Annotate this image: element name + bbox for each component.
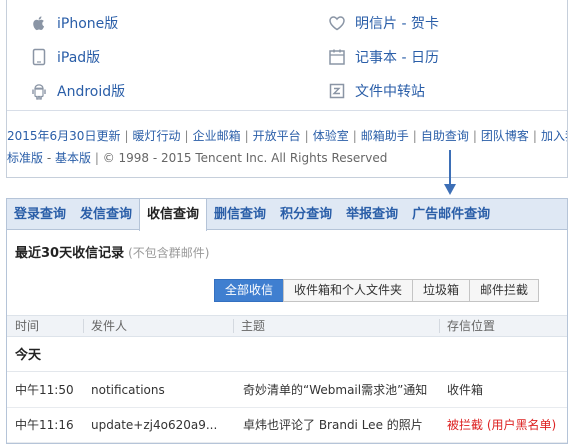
version-standard-link[interactable]: 标准版	[7, 151, 43, 165]
link-android[interactable]: Android版	[29, 80, 125, 102]
footer-link-lab[interactable]: 体验室	[313, 129, 349, 143]
link-android-label: Android版	[57, 84, 126, 100]
link-postcard-label: 明信片 - 贺卡	[355, 16, 439, 32]
col-subject: 主题	[241, 319, 266, 333]
group-today: 今天	[7, 339, 567, 372]
footer-links: 2015年6月30日更新 | 暖灯行动 | 企业邮箱 | 开放平台 | 体验室 | 邮箱助手 | 自助查…	[7, 127, 567, 144]
file-transfer-icon	[327, 81, 347, 101]
filter-blocked[interactable]: 邮件拦截	[469, 279, 540, 302]
copyright-text: © 1998 - 2015 Tencent Inc. All Rights Re…	[102, 151, 388, 165]
link-ipad-label: iPad版	[57, 50, 101, 66]
table-row[interactable]: 中午11:16 update+zj4o620a9... 卓炜也评论了 Brand…	[7, 409, 567, 443]
query-tabs: 登录查询 发信查询 收信查询 删信查询 积分查询 举报查询 广告邮件查询	[7, 199, 567, 231]
row-location: 被拦截 (用户黑名单)	[447, 418, 557, 432]
link-notebook[interactable]: 记事本 - 日历	[327, 46, 439, 68]
link-ipad[interactable]: iPad版	[29, 46, 100, 68]
android-icon	[29, 81, 49, 101]
filter-buttons: 全部收信 收件箱和个人文件夹 垃圾箱 邮件拦截	[214, 279, 540, 302]
section-note: (不包含群邮件)	[128, 246, 210, 260]
footer-link-join-us[interactable]: 加入我们	[541, 129, 567, 143]
col-sender: 发件人	[91, 319, 128, 333]
footer-link-team-blog[interactable]: 团队博客	[481, 129, 529, 143]
table-row[interactable]: 中午11:50 notifications 奇妙清单的“Webmail需求池”通…	[7, 374, 567, 408]
footer-divider	[7, 110, 567, 111]
tab-receive-query[interactable]: 收信查询	[139, 199, 208, 231]
filter-inbox-personal[interactable]: 收件箱和个人文件夹	[283, 279, 414, 302]
heart-icon	[327, 13, 347, 33]
query-panel: 登录查询 发信查询 收信查询 删信查询 积分查询 举报查询 广告邮件查询 最近3…	[6, 198, 568, 444]
filter-all-received[interactable]: 全部收信	[214, 279, 285, 302]
down-arrow-icon	[444, 150, 456, 195]
section-title-text: 最近30天收信记录	[15, 246, 125, 261]
tab-ad-mail-query[interactable]: 广告邮件查询	[405, 199, 497, 230]
filter-spam[interactable]: 垃圾箱	[412, 279, 471, 302]
row-sender: update+zj4o620a9...	[91, 418, 218, 432]
row-subject[interactable]: 奇妙清单的“Webmail需求池”通知	[243, 374, 439, 407]
row-time: 中午11:50	[15, 383, 74, 397]
tab-report-query[interactable]: 举报查询	[339, 199, 405, 230]
apple-icon	[29, 13, 49, 33]
copyright-line: 标准版 - 基本版 | © 1998 - 2015 Tencent Inc. A…	[7, 151, 388, 165]
link-file-transfer-label: 文件中转站	[355, 84, 425, 100]
tab-points-query[interactable]: 积分查询	[273, 199, 339, 230]
calendar-icon	[327, 47, 347, 67]
link-iphone-label: iPhone版	[57, 16, 119, 32]
row-time: 中午11:16	[15, 418, 74, 432]
row-location: 收件箱	[447, 383, 484, 397]
row-sender: notifications	[91, 383, 165, 397]
footer-link-enterprise-mail[interactable]: 企业邮箱	[193, 129, 241, 143]
col-time: 时间	[15, 319, 40, 333]
link-iphone[interactable]: iPhone版	[29, 12, 118, 34]
tablet-icon	[29, 47, 49, 67]
top-links-panel: iPhone版 iPad版 Android版 明信片 - 贺卡 记事本 - 日历…	[6, 0, 568, 178]
footer-link-open-platform[interactable]: 开放平台	[253, 129, 301, 143]
version-basic-link[interactable]: 基本版	[55, 151, 91, 165]
table-header: 时间 发件人 主题 存信位置	[7, 315, 567, 337]
tab-send-query[interactable]: 发信查询	[73, 199, 139, 230]
footer-link-mail-assistant[interactable]: 邮箱助手	[361, 129, 409, 143]
footer-link-warm-light[interactable]: 暖灯行动	[133, 129, 181, 143]
row-subject[interactable]: 卓炜也评论了 Brandi Lee 的照片	[243, 409, 439, 442]
tab-login-query[interactable]: 登录查询	[7, 199, 73, 230]
footer-link-update[interactable]: 2015年6月30日更新	[7, 129, 120, 143]
section-title: 最近30天收信记录 (不包含群邮件)	[15, 242, 209, 261]
link-notebook-label: 记事本 - 日历	[355, 50, 439, 66]
footer-link-self-query[interactable]: 自助查询	[421, 129, 469, 143]
link-file-transfer[interactable]: 文件中转站	[327, 80, 425, 102]
link-postcard[interactable]: 明信片 - 贺卡	[327, 12, 439, 34]
tab-delete-query[interactable]: 删信查询	[207, 199, 273, 230]
col-location: 存信位置	[447, 319, 496, 333]
